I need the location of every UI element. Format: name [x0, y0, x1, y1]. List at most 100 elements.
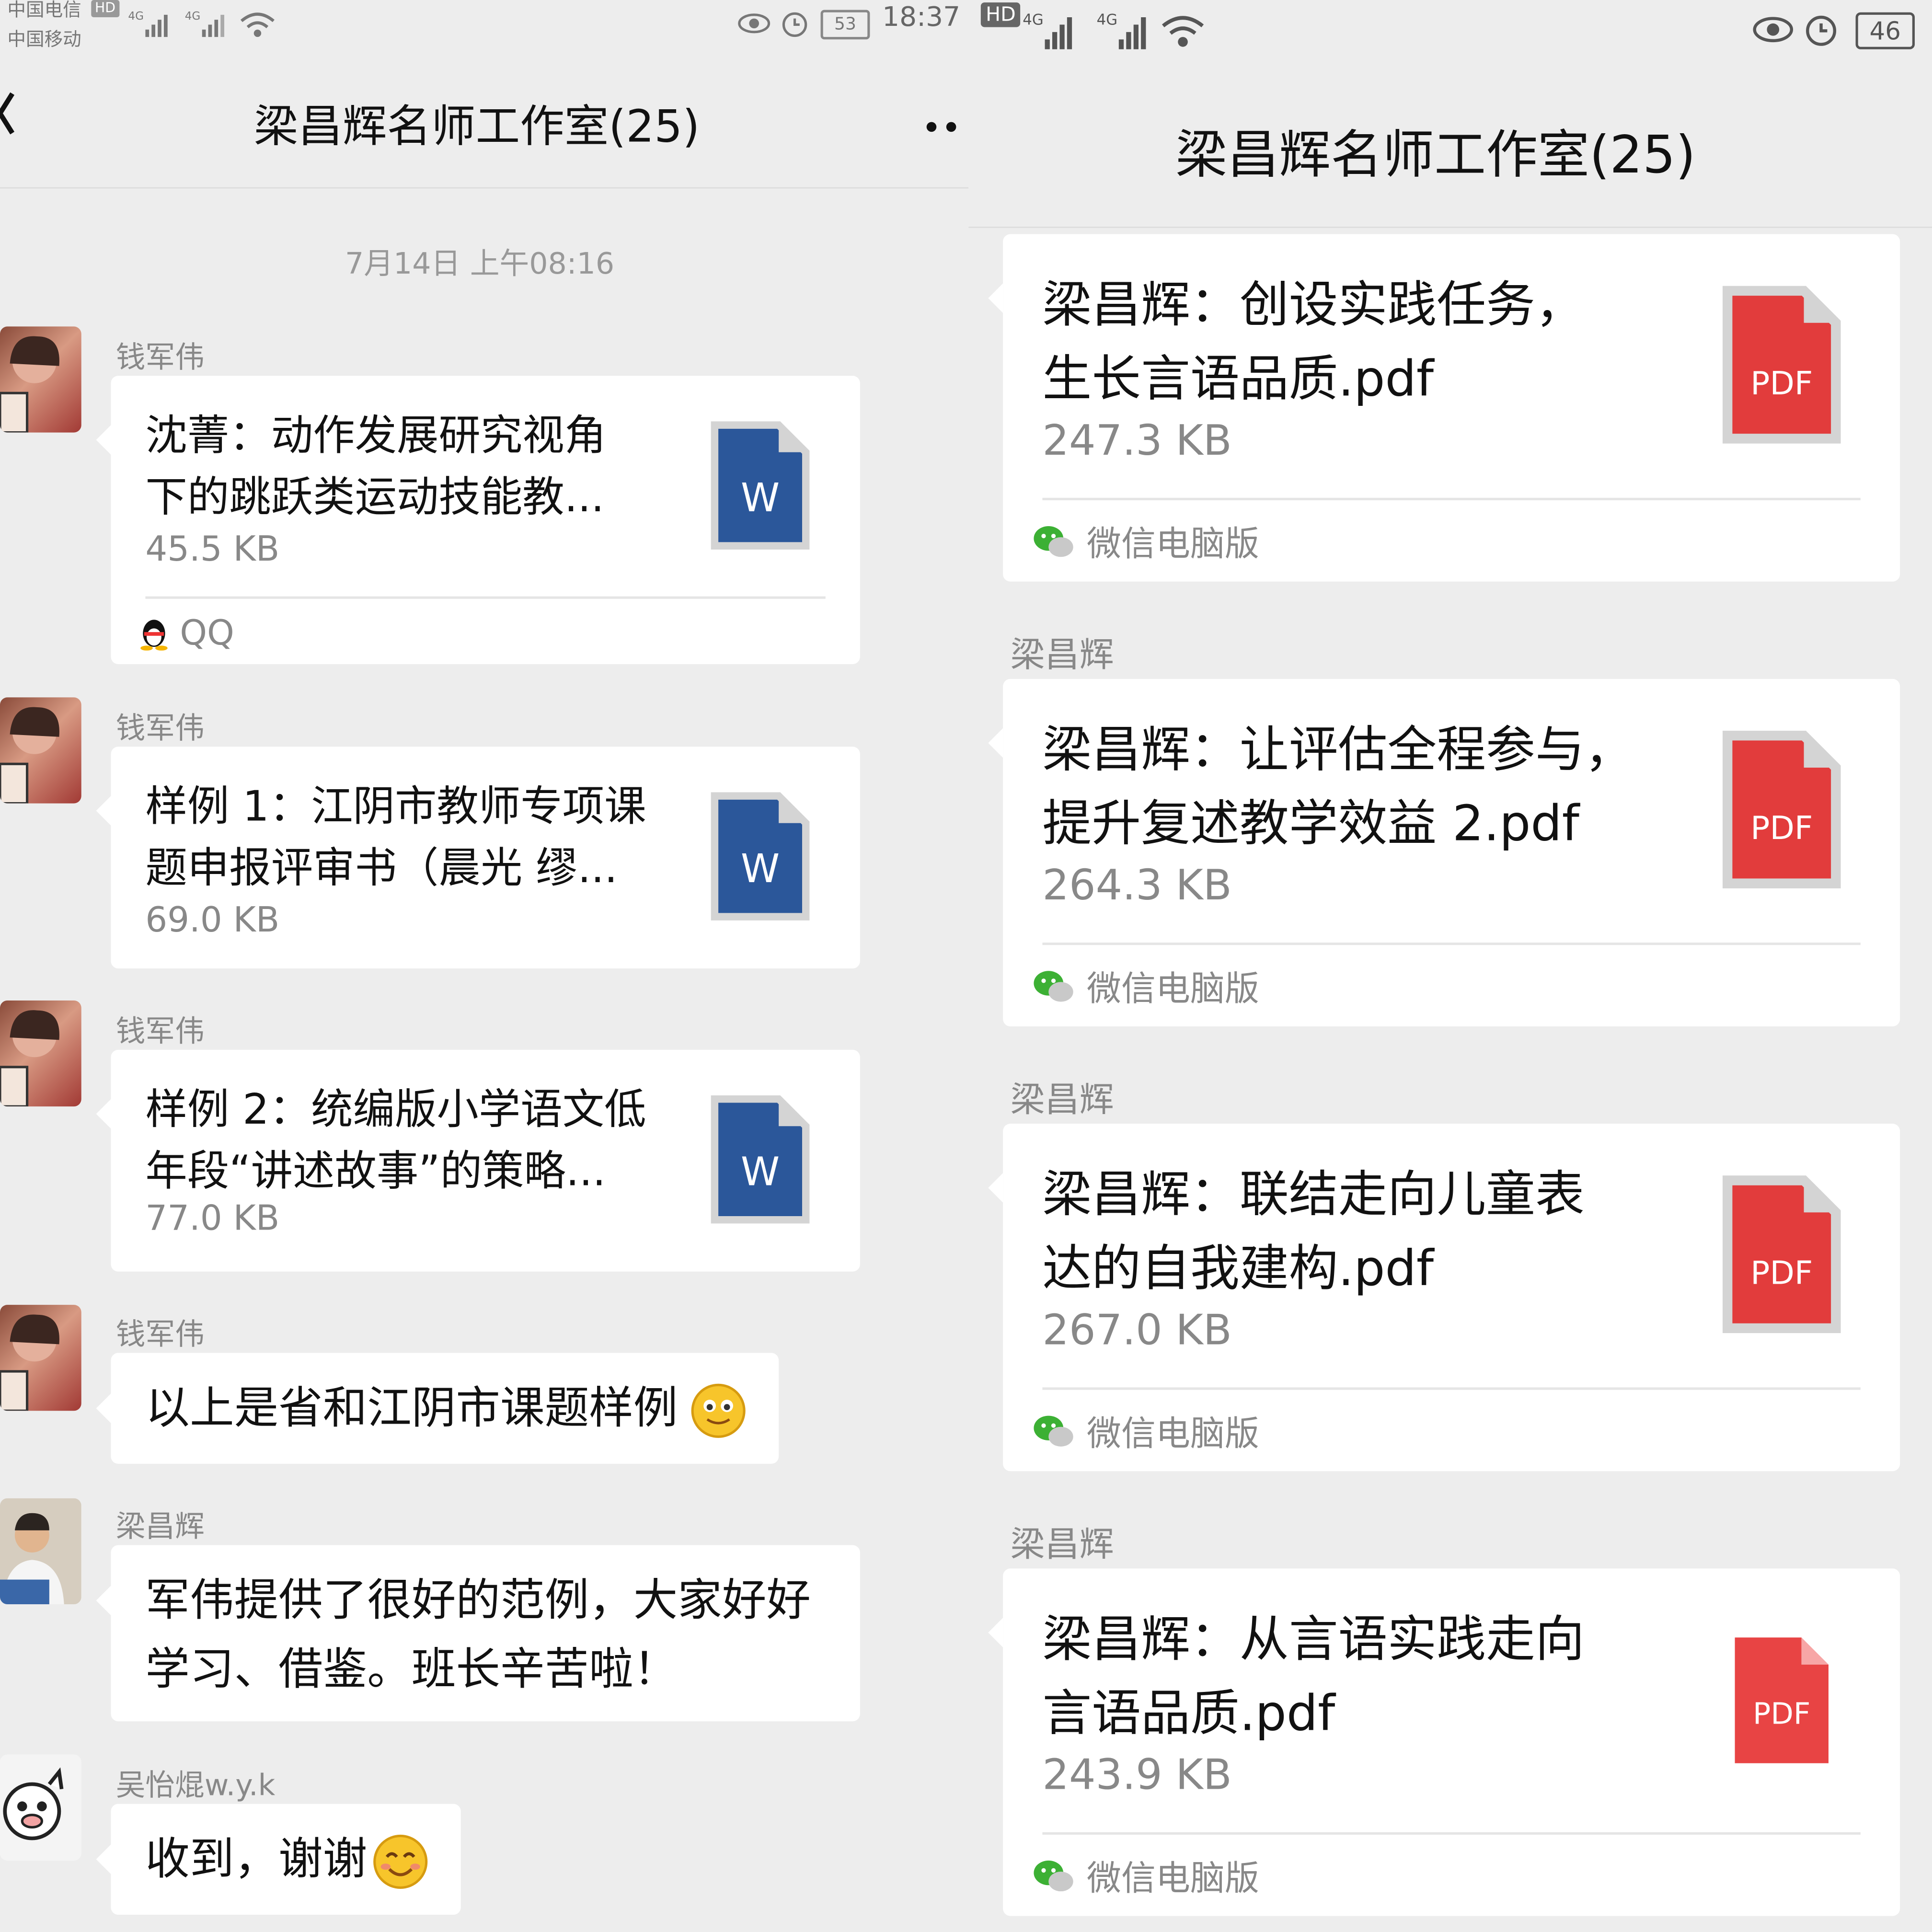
sender-name: 梁昌辉: [1010, 1079, 1114, 1120]
source-label: 微信电脑版: [1087, 1858, 1260, 1899]
alarm-icon: [1801, 10, 1840, 55]
text-message-bubble[interactable]: 收到，谢谢: [96, 1804, 461, 1915]
text-message-bubble[interactable]: 军伟提供了很好的范例，大家好好 学习、借鉴。班长辛苦啦！: [96, 1545, 860, 1722]
wechat-icon: [1034, 526, 1073, 557]
file-size: 247.3 KB: [1042, 416, 1232, 466]
chevron-left-icon: [0, 92, 15, 135]
avatar-liang-changhui[interactable]: [0, 1498, 81, 1604]
svg-text:4G: 4G: [1097, 11, 1118, 28]
signal-icon: 4G 4G: [128, 7, 239, 44]
file-title-line-2: 下的跳跃类运动技能教...: [145, 473, 605, 523]
svg-text:PDF: PDF: [1750, 809, 1813, 847]
message-text-line-2: 学习、借鉴。班长辛苦啦！: [145, 1644, 678, 1696]
back-button[interactable]: [0, 89, 17, 143]
sender-name: 钱军伟: [115, 711, 205, 746]
message-text-line-1: 军伟提供了很好的范例，大家好好: [145, 1576, 811, 1627]
hd-badge: HD: [980, 2, 1021, 27]
card-divider: [1042, 497, 1861, 500]
file-size: 264.3 KB: [1042, 861, 1232, 911]
svg-text:W: W: [741, 1150, 780, 1195]
file-source: 微信电脑版: [1033, 1407, 1259, 1457]
more-options-button[interactable]: [924, 116, 969, 139]
word-doc-icon: W: [710, 420, 811, 556]
pdf-file-icon: PDF: [1722, 286, 1841, 448]
text-message-bubble[interactable]: 以上是省和江阴市课题样例: [96, 1353, 779, 1464]
file-message-card[interactable]: 梁昌辉：让评估全程参与， 提升复述教学效益 2.pdf 264.3 KB PDF…: [988, 678, 1900, 1026]
file-title-line-1: 样例 2：统编版小学语文低: [145, 1085, 646, 1135]
source-label: 微信电脑版: [1087, 1413, 1260, 1454]
file-size: 77.0 KB: [145, 1197, 280, 1239]
timestamp: 7月14日 上午08:16: [345, 246, 615, 281]
battery-indicator: 53: [820, 10, 870, 40]
card-divider: [1042, 1832, 1861, 1835]
svg-text:W: W: [741, 846, 780, 892]
source-label: QQ: [180, 612, 234, 653]
file-title-line-1: 沈菁：动作发展研究视角: [145, 411, 607, 461]
avatar-qian-junwei[interactable]: [0, 697, 81, 804]
happy-emoji-icon: [372, 1833, 429, 1895]
file-source: 微信电脑版: [1033, 1852, 1259, 1901]
file-size: 267.0 KB: [1042, 1306, 1232, 1356]
svg-text:PDF: PDF: [1750, 1254, 1813, 1291]
clock-time: 18:37: [882, 2, 961, 34]
right-chat-screen: HD 4G 4G 46 梁昌辉名师工作室(25) 梁昌辉：创设实践任务， 生长言…: [968, 0, 1932, 1932]
pdf-file-icon: PDF: [1722, 1175, 1841, 1338]
word-doc-icon: W: [710, 1094, 811, 1230]
file-title-line-2: 生长言语品质.pdf: [1042, 351, 1434, 408]
sender-name: 梁昌辉: [1010, 634, 1114, 676]
carrier-2-label: 中国移动: [7, 28, 81, 51]
avatar-wu-yikun[interactable]: [0, 1754, 81, 1861]
alarm-icon: [779, 7, 811, 44]
net-label-1: 4G: [128, 10, 144, 23]
file-message-card[interactable]: 梁昌辉：联结走向儿童表 达的自我建构.pdf 267.0 KB PDF 微信电脑…: [988, 1124, 1900, 1472]
avatar-qian-junwei[interactable]: [0, 1305, 81, 1411]
left-chat-screen: 中国电信 HD 中国移动 4G 4G 53 18:37 梁昌辉名师工作室(25)…: [0, 0, 969, 1932]
file-source: QQ: [140, 612, 234, 653]
svg-text:4G: 4G: [185, 10, 201, 23]
eye-icon: [737, 10, 771, 42]
svg-text:W: W: [741, 475, 780, 521]
sender-name: 梁昌辉: [1010, 1524, 1114, 1565]
eye-icon: [1752, 12, 1794, 52]
wechat-icon: [1034, 1415, 1073, 1447]
signal-icon: 4G 4G: [1023, 10, 1171, 55]
more-dots-icon: [926, 122, 956, 132]
header-divider: [968, 227, 1932, 228]
sender-name: 梁昌辉: [115, 1509, 205, 1544]
file-title-line-2: 年段“讲述故事”的策略...: [145, 1147, 606, 1196]
chat-title: 梁昌辉名师工作室(25): [1175, 124, 1696, 185]
card-divider: [1042, 943, 1861, 945]
file-title-line-1: 梁昌辉：联结走向儿童表: [1042, 1167, 1585, 1224]
card-divider: [145, 596, 826, 599]
file-message-card[interactable]: 样例 2：统编版小学语文低 年段“讲述故事”的策略... 77.0 KB W: [96, 1049, 860, 1272]
file-title-line-2: 言语品质.pdf: [1042, 1685, 1335, 1742]
svg-text:PDF: PDF: [1753, 1696, 1810, 1731]
wechat-icon: [1034, 971, 1073, 1002]
file-source: 微信电脑版: [1033, 962, 1259, 1012]
message-text: 以上是省和江阴市课题样例: [145, 1383, 678, 1435]
file-size: 45.5 KB: [145, 529, 280, 569]
avatar-qian-junwei[interactable]: [0, 326, 81, 433]
wifi-icon: [239, 10, 276, 45]
source-label: 微信电脑版: [1087, 968, 1260, 1009]
chat-title: 梁昌辉名师工作室(25): [253, 102, 700, 153]
file-title-line-2: 题申报评审书（晨光 缪...: [145, 844, 618, 894]
svg-text:4G: 4G: [1023, 11, 1044, 28]
file-message-card[interactable]: 沈菁：动作发展研究视角 下的跳跃类运动技能教... 45.5 KB W QQ: [96, 376, 860, 664]
sender-name: 钱军伟: [115, 340, 205, 375]
file-size: 243.9 KB: [1042, 1751, 1232, 1800]
file-title-line-1: 梁昌辉：创设实践任务，: [1042, 277, 1585, 334]
file-message-card[interactable]: 梁昌辉：创设实践任务， 生长言语品质.pdf 247.3 KB PDF 微信电脑…: [988, 234, 1900, 582]
file-title-line-1: 梁昌辉：让评估全程参与，: [1042, 722, 1634, 779]
word-doc-icon: W: [710, 791, 811, 927]
pdf-file-icon: PDF: [1722, 730, 1841, 893]
hd-badge: HD: [91, 0, 119, 17]
file-title-line-1: 样例 1：江阴市教师专项课: [145, 782, 646, 832]
avatar-qian-junwei[interactable]: [0, 1000, 81, 1107]
file-message-card[interactable]: 梁昌辉：从言语实践走向 言语品质.pdf 243.9 KB PDF 微信电脑版: [988, 1568, 1900, 1916]
source-label: 微信电脑版: [1087, 523, 1260, 564]
file-message-card[interactable]: 样例 1：江阴市教师专项课 题申报评审书（晨光 缪... 69.0 KB W: [96, 747, 860, 969]
header-divider: [0, 187, 969, 189]
file-title-line-1: 梁昌辉：从言语实践走向: [1042, 1611, 1585, 1668]
pdf-file-icon: PDF: [1732, 1635, 1831, 1771]
